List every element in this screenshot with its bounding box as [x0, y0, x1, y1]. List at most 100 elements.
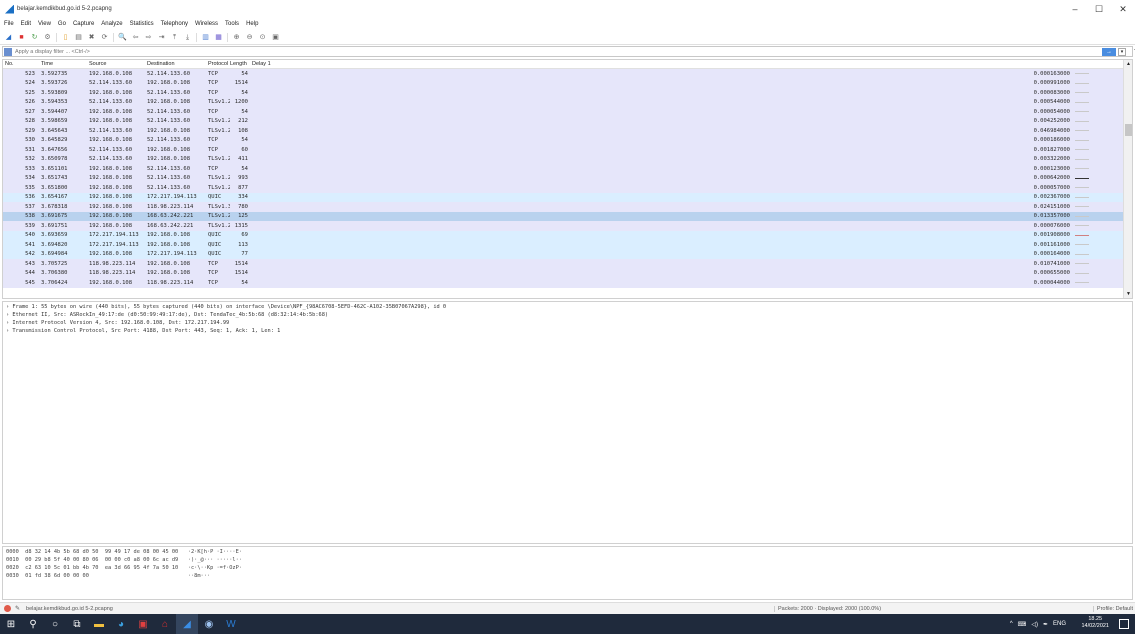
packet-row[interactable]: 536 3.654167 192.168.0.108 172.217.194.113 Q…: [3, 192, 1132, 202]
maximize-button[interactable]: ☐: [1087, 0, 1111, 18]
packet-row[interactable]: 525 3.593809 192.168.0.108 52.114.133.60 TCP…: [3, 88, 1132, 98]
save-file-icon[interactable]: ▤: [74, 33, 83, 42]
packet-row[interactable]: 534 3.651743 192.168.0.108 52.114.133.60 TLS…: [3, 173, 1132, 183]
scroll-up-arrow-icon[interactable]: ▲: [1124, 61, 1132, 67]
capture-options-icon[interactable]: ⚙: [43, 33, 52, 42]
pen-icon[interactable]: ✒: [1043, 621, 1048, 628]
go-forward-icon[interactable]: ⇨: [144, 33, 153, 42]
packet-row[interactable]: 537 3.678318 192.168.0.108 118.98.223.114 TL…: [3, 202, 1132, 212]
packet-row[interactable]: 527 3.594407 192.168.0.108 52.114.133.60 TCP…: [3, 107, 1132, 117]
column-header-source[interactable]: Source: [89, 61, 147, 67]
colorize-icon[interactable]: ▦: [214, 33, 223, 42]
resize-columns-icon[interactable]: ▣: [271, 33, 280, 42]
menu-file[interactable]: File: [4, 21, 14, 27]
scroll-down-arrow-icon[interactable]: ▼: [1124, 291, 1132, 297]
column-header-delay[interactable]: Delay 1: [252, 61, 271, 67]
bookmark-icon[interactable]: [4, 47, 12, 56]
detail-tree-item[interactable]: › Transmission Control Protocol, Src Por…: [3, 328, 1132, 336]
packet-row[interactable]: 544 3.706380 118.98.223.114 192.168.0.108 TC…: [3, 268, 1132, 278]
menu-analyze[interactable]: Analyze: [101, 21, 122, 27]
packet-row[interactable]: 523 3.592735 192.168.0.108 52.114.133.60 TCP…: [3, 69, 1132, 79]
go-back-icon[interactable]: ⇦: [131, 33, 140, 42]
scroll-thumb[interactable]: [1125, 124, 1132, 136]
menu-statistics[interactable]: Statistics: [130, 21, 154, 27]
packet-cell-delay: 0.001827000: [1033, 146, 1070, 153]
column-header-protocol[interactable]: Protocol: [208, 61, 230, 67]
language-indicator[interactable]: ENG: [1053, 621, 1066, 627]
packet-row[interactable]: 545 3.706424 192.168.0.108 118.98.223.114 TC…: [3, 278, 1132, 288]
menu-go[interactable]: Go: [58, 21, 66, 27]
pdf-reader-icon[interactable]: ⌂: [154, 614, 176, 634]
menu-help[interactable]: Help: [246, 21, 258, 27]
go-to-packet-icon[interactable]: ⇥: [157, 33, 166, 42]
status-profile[interactable]: Profile: Default: [1092, 605, 1133, 612]
packet-row[interactable]: 541 3.694820 172.217.194.113 192.168.0.108 Q…: [3, 240, 1132, 250]
menu-capture[interactable]: Capture: [73, 21, 94, 27]
packet-cell-len: 411: [238, 156, 248, 163]
menu-wireless[interactable]: Wireless: [195, 21, 218, 27]
menu-telephony[interactable]: Telephony: [161, 21, 188, 27]
packet-row[interactable]: 532 3.650978 52.114.133.60 192.168.0.108 TLS…: [3, 154, 1132, 164]
detail-tree-item[interactable]: › Frame 1: 55 bytes on wire (440 bits), …: [3, 304, 1132, 312]
task-view-icon[interactable]: ⧉: [66, 614, 88, 634]
show-hidden-icons-icon[interactable]: ^: [1010, 621, 1013, 627]
volume-icon[interactable]: ◁): [1031, 621, 1038, 628]
zoom-normal-icon[interactable]: ⊙: [258, 33, 267, 42]
close-file-icon[interactable]: ✖: [87, 33, 96, 42]
stop-capture-icon[interactable]: ■: [17, 33, 26, 42]
packet-row[interactable]: 540 3.693659 172.217.194.113 192.168.0.108 Q…: [3, 230, 1132, 240]
packet-cell-dst: 192.168.0.108: [147, 127, 191, 134]
zoom-out-icon[interactable]: ⊖: [245, 33, 254, 42]
column-header-length[interactable]: Length: [230, 61, 252, 67]
apply-filter-button[interactable]: →: [1102, 48, 1116, 56]
expert-info-icon[interactable]: [4, 605, 11, 612]
packet-row[interactable]: 539 3.691751 192.168.0.108 168.63.242.221 TL…: [3, 221, 1132, 231]
autoscroll-icon[interactable]: ▥: [201, 33, 210, 42]
display-filter-input[interactable]: [15, 48, 1065, 55]
packet-row[interactable]: 524 3.593726 52.114.133.60 192.168.0.108 TCP…: [3, 78, 1132, 88]
browser-icon[interactable]: ◕: [110, 614, 132, 634]
notification-center-icon[interactable]: [1119, 619, 1129, 629]
detail-tree-item[interactable]: › Ethernet II, Src: ASRockIn_49:17:de (d…: [3, 312, 1132, 320]
search-icon[interactable]: ⚲: [22, 614, 44, 634]
packet-row[interactable]: 530 3.645829 192.168.0.108 52.114.133.60 TCP…: [3, 135, 1132, 145]
first-packet-icon[interactable]: ⤒: [170, 33, 179, 42]
restart-capture-icon[interactable]: ↻: [30, 33, 39, 42]
packet-row[interactable]: 543 3.705725 118.98.223.114 192.168.0.108 TC…: [3, 259, 1132, 269]
find-packet-icon[interactable]: 🔍: [118, 33, 127, 42]
taskbar-clock[interactable]: 18.25 14/02/2021: [1081, 616, 1109, 630]
last-packet-icon[interactable]: ⤓: [183, 33, 192, 42]
packet-row[interactable]: 533 3.651101 192.168.0.108 52.114.133.60 TCP…: [3, 164, 1132, 174]
word-icon[interactable]: W: [220, 614, 242, 634]
media-app-icon[interactable]: ▣: [132, 614, 154, 634]
capture-comment-icon[interactable]: ✎: [15, 605, 20, 612]
cortana-icon[interactable]: ○: [44, 614, 66, 634]
menu-tools[interactable]: Tools: [225, 21, 239, 27]
packet-row[interactable]: 528 3.598659 192.168.0.108 52.114.133.60 TLS…: [3, 116, 1132, 126]
packet-row[interactable]: 531 3.647656 52.114.133.60 192.168.0.108 TCP…: [3, 145, 1132, 155]
packet-row[interactable]: 538 3.691675 192.168.0.108 168.63.242.221 TL…: [3, 211, 1132, 221]
menu-view[interactable]: View: [38, 21, 51, 27]
close-button[interactable]: ✕: [1111, 0, 1135, 18]
network-icon[interactable]: ⌨: [1018, 621, 1027, 628]
packet-row[interactable]: 535 3.651800 192.168.0.108 52.114.133.60 TLS…: [3, 183, 1132, 193]
zoom-in-icon[interactable]: ⊕: [232, 33, 241, 42]
open-file-icon[interactable]: ▯: [61, 33, 70, 42]
packet-row[interactable]: 526 3.594353 52.114.133.60 192.168.0.108 TLS…: [3, 97, 1132, 107]
column-header-destination[interactable]: Destination: [147, 61, 208, 67]
packet-row[interactable]: 542 3.694984 192.168.0.108 172.217.194.113 Q…: [3, 249, 1132, 259]
filter-history-dropdown[interactable]: ▾: [1118, 48, 1126, 56]
app-taskbar-icon[interactable]: ◉: [198, 614, 220, 634]
wireshark-taskbar-icon[interactable]: ◢: [176, 614, 198, 634]
column-header-no[interactable]: No.: [3, 61, 41, 67]
packet-list-scrollbar[interactable]: ▲ ▼: [1123, 60, 1132, 298]
reload-file-icon[interactable]: ⟳: [100, 33, 109, 42]
file-explorer-icon[interactable]: ▬: [88, 614, 110, 634]
packet-row[interactable]: 529 3.645643 52.114.133.60 192.168.0.108 TLS…: [3, 126, 1132, 136]
menu-edit[interactable]: Edit: [21, 21, 31, 27]
column-header-time[interactable]: Time: [41, 61, 89, 67]
detail-tree-item[interactable]: › Internet Protocol Version 4, Src: 192.…: [3, 320, 1132, 328]
windows-start-icon[interactable]: ⊞: [0, 614, 22, 634]
minimize-button[interactable]: –: [1063, 0, 1087, 18]
start-capture-icon[interactable]: ◢: [4, 33, 13, 42]
